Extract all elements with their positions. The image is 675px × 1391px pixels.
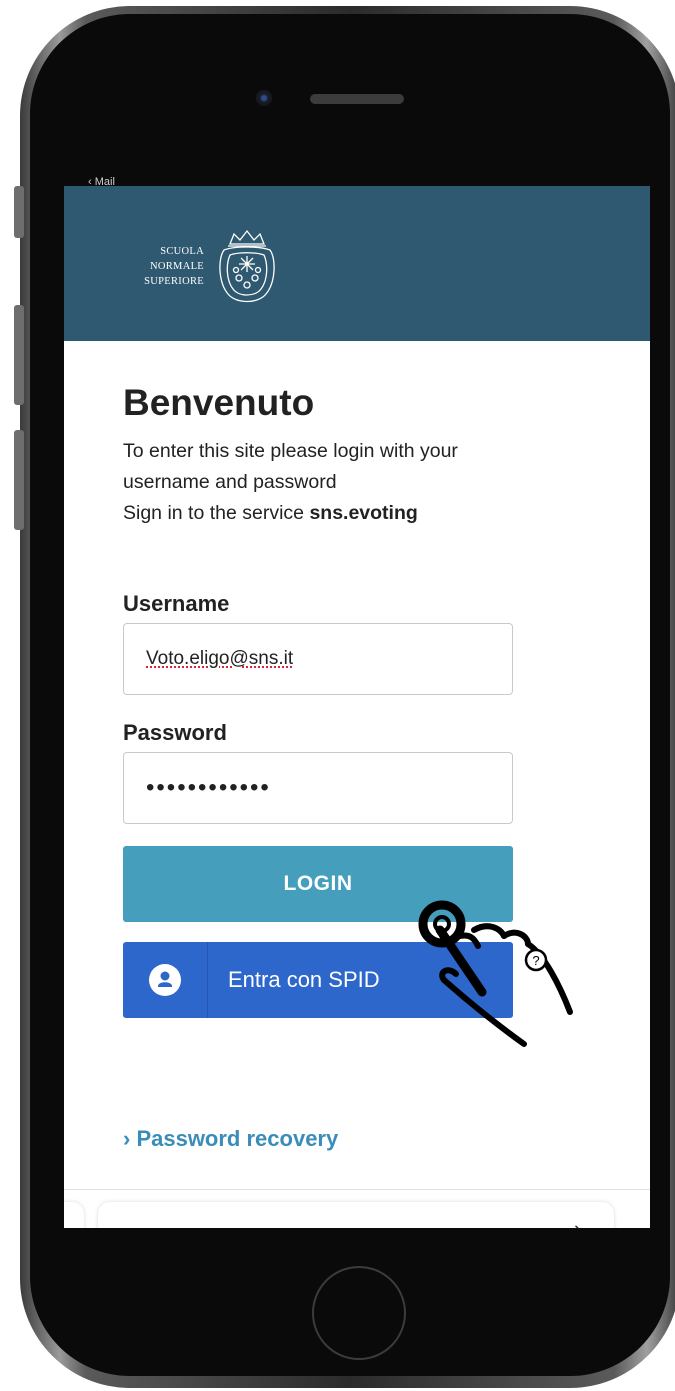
user-icon — [149, 964, 181, 996]
mute-switch — [14, 186, 24, 238]
password-recovery-link[interactable]: › Password recovery — [123, 1126, 338, 1152]
username-value: Voto.eligo@sns.it — [146, 648, 294, 669]
page-title: Benvenuto — [123, 382, 315, 423]
sns-crest-icon — [219, 229, 275, 303]
logo-line: SUPERIORE — [144, 276, 204, 287]
password-label: Password — [123, 720, 227, 745]
logo-line: NORMALE — [149, 261, 204, 272]
hand-pointer-icon: ? — [418, 900, 573, 1047]
desc-line: To enter this site please login with you… — [123, 440, 458, 462]
divider — [64, 1189, 650, 1190]
logo-text: SCUOLA NORMALE SUPERIORE — [140, 244, 204, 289]
logo-line: SCUOLA — [160, 246, 204, 257]
help-icon: ? — [532, 953, 539, 968]
screen: SCUOLA NORMALE SUPERIORE Benvenuto To en… — [64, 186, 650, 1228]
password-field[interactable]: •••••••••••• — [123, 752, 513, 824]
username-label: Username — [123, 591, 230, 616]
site-header: SCUOLA NORMALE SUPERIORE — [64, 186, 650, 341]
bottom-card-partial — [64, 1202, 84, 1228]
desc-line: username and password — [123, 471, 337, 493]
speaker-grille — [310, 94, 404, 104]
username-field[interactable]: Voto.eligo@sns.it — [123, 623, 513, 695]
camera-icon — [256, 90, 272, 106]
spid-icon-container — [123, 942, 208, 1018]
volume-down-button — [14, 430, 24, 530]
chevron-right-icon: › — [574, 1216, 581, 1228]
password-value: •••••••••••• — [146, 774, 271, 801]
home-button[interactable] — [312, 1266, 406, 1360]
login-description: To enter this site please login with you… — [123, 436, 563, 529]
bottom-card[interactable] — [98, 1202, 614, 1228]
volume-up-button — [14, 305, 24, 405]
service-name: sns.evoting — [309, 502, 418, 524]
desc-prefix: Sign in to the service — [123, 502, 310, 524]
desc-line-service: Sign in to the service sns.evoting — [123, 498, 563, 529]
spid-label: Entra con SPID — [228, 967, 380, 992]
